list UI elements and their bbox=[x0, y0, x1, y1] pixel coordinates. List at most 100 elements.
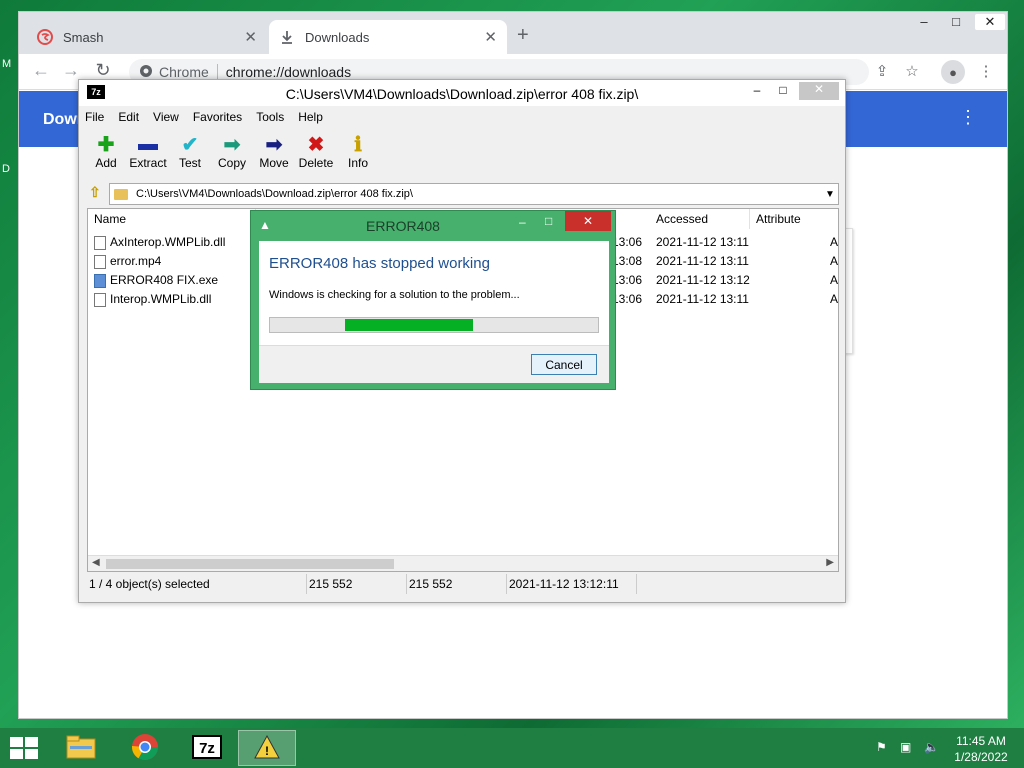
taskbar-7zip[interactable]: 7z bbox=[178, 730, 236, 766]
profile-avatar[interactable]: ● bbox=[941, 60, 965, 84]
file-modified-time: 13:06 bbox=[612, 235, 643, 249]
tab-downloads[interactable]: Downloads ✕ bbox=[269, 20, 507, 54]
dialog-title: ERROR408 bbox=[366, 218, 440, 234]
close-tab-icon[interactable]: ✕ bbox=[244, 28, 257, 46]
clock-date: 1/28/2022 bbox=[954, 750, 1008, 764]
download-icon bbox=[279, 29, 295, 45]
horizontal-scrollbar[interactable]: ◀ ▶ bbox=[88, 555, 838, 571]
close-button[interactable]: ✕ bbox=[565, 211, 611, 231]
dialog-message: Windows is checking for a solution to th… bbox=[269, 289, 520, 301]
downloads-menu-icon[interactable]: ⋮ bbox=[959, 107, 977, 128]
file-modified-time: 13:06 bbox=[612, 273, 643, 287]
maximize-button[interactable]: □ bbox=[545, 214, 552, 228]
file-name: AxInterop.WMPLib.dll bbox=[110, 235, 226, 249]
file-attribute: A bbox=[830, 235, 839, 249]
chrome-menu-icon[interactable]: ⋮ bbox=[975, 62, 997, 80]
maximize-button[interactable]: □ bbox=[769, 83, 797, 97]
status-bar: 1 / 4 object(s) selected 215 552 215 552… bbox=[87, 574, 839, 594]
windows-start-icon[interactable] bbox=[10, 737, 38, 759]
toolbar-label: Test bbox=[178, 156, 201, 170]
system-clock[interactable]: 11:45 AM 1/28/2022 bbox=[946, 733, 1016, 765]
sevenzip-logo-icon: 7z bbox=[192, 734, 222, 762]
folder-icon bbox=[114, 188, 128, 200]
scroll-right-icon[interactable]: ▶ bbox=[826, 557, 834, 568]
menu-edit[interactable]: Edit bbox=[118, 110, 139, 124]
menu-file[interactable]: File bbox=[85, 110, 104, 124]
status-packed: 215 552 bbox=[407, 574, 507, 594]
file-name-cell: AxInterop.WMPLib.dll bbox=[94, 233, 225, 252]
taskbar-chrome[interactable] bbox=[116, 730, 174, 766]
toolbar-label: Info bbox=[347, 156, 368, 170]
close-button[interactable]: ✕ bbox=[975, 14, 1005, 30]
file-attribute: A bbox=[830, 254, 839, 268]
share-icon[interactable]: ⇪ bbox=[871, 62, 893, 80]
up-folder-icon[interactable]: ⇧ bbox=[89, 184, 109, 204]
maximize-button[interactable]: □ bbox=[941, 14, 971, 29]
tab-smash[interactable]: Smash ✕ bbox=[27, 20, 267, 54]
toolbar-extract-button[interactable]: ▬ Extract bbox=[127, 132, 169, 180]
menu-help[interactable]: Help bbox=[298, 110, 323, 124]
close-button[interactable]: ✕ bbox=[799, 82, 839, 100]
chrome-logo-icon bbox=[139, 64, 153, 81]
bookmark-star-icon[interactable]: ☆ bbox=[901, 62, 923, 80]
toolbar-delete-button[interactable]: ✖ Delete bbox=[295, 132, 337, 180]
toolbar-add-button[interactable]: ✚ Add bbox=[85, 132, 127, 180]
network-icon[interactable]: ▣ bbox=[900, 740, 911, 754]
file-icon bbox=[94, 273, 106, 288]
address-chip: Chrome bbox=[159, 64, 209, 80]
minus-icon: ▬ bbox=[138, 132, 158, 155]
column-header-accessed[interactable]: Accessed bbox=[650, 209, 750, 229]
dialog-heading: ERROR408 has stopped working bbox=[269, 255, 490, 272]
dialog-footer: Cancel bbox=[259, 345, 609, 383]
minimize-button[interactable]: – bbox=[743, 83, 771, 97]
minimize-button[interactable]: – bbox=[909, 14, 939, 29]
new-tab-button[interactable]: + bbox=[517, 24, 529, 47]
sevenzip-title: C:\Users\VM4\Downloads\Download.zip\erro… bbox=[285, 86, 639, 102]
toolbar-test-button[interactable]: ✔ Test bbox=[169, 132, 211, 180]
sevenzip-title-bar: 7z C:\Users\VM4\Downloads\Download.zip\e… bbox=[79, 80, 845, 106]
path-field[interactable]: C:\Users\VM4\Downloads\Download.zip\erro… bbox=[109, 183, 839, 205]
info-icon: ℹ bbox=[354, 133, 362, 156]
file-name-cell: Interop.WMPLib.dll bbox=[94, 290, 211, 309]
file-name-cell: error.mp4 bbox=[94, 252, 161, 271]
menu-view[interactable]: View bbox=[153, 110, 179, 124]
plus-icon: ✚ bbox=[97, 133, 115, 156]
taskbar-error408[interactable]: ! bbox=[238, 730, 296, 766]
toolbar-move-button[interactable]: ➡ Move bbox=[253, 132, 295, 180]
person-icon: ● bbox=[949, 64, 957, 80]
menu-favorites[interactable]: Favorites bbox=[193, 110, 242, 124]
reload-icon[interactable]: ↻ bbox=[91, 60, 115, 81]
chrome-logo-icon bbox=[131, 733, 159, 764]
forward-arrow-icon[interactable]: → bbox=[59, 60, 83, 81]
dialog-title-bar: ▲ ERROR408 – □ ✕ bbox=[251, 211, 615, 239]
toolbar-label: Move bbox=[259, 156, 289, 170]
toolbar-label: Copy bbox=[217, 156, 246, 170]
toolbar-copy-button[interactable]: ➡ Copy bbox=[211, 132, 253, 180]
back-arrow-icon[interactable]: ← bbox=[29, 60, 53, 81]
scroll-left-icon[interactable]: ◀ bbox=[92, 557, 100, 568]
cancel-button[interactable]: Cancel bbox=[531, 354, 597, 375]
file-accessed: 2021-11-12 13:12 bbox=[656, 273, 750, 287]
file-accessed: 2021-11-12 13:11 bbox=[656, 254, 749, 268]
column-header-attributes[interactable]: Attribute bbox=[750, 209, 838, 229]
menu-tools[interactable]: Tools bbox=[256, 110, 284, 124]
close-tab-icon[interactable]: ✕ bbox=[484, 28, 497, 46]
file-name-cell: ERROR408 FIX.exe bbox=[94, 271, 218, 290]
taskbar-file-explorer[interactable] bbox=[52, 730, 110, 766]
clock-time: 11:45 AM bbox=[956, 734, 1006, 748]
file-accessed: 2021-11-12 13:11 bbox=[656, 292, 749, 306]
minimize-button[interactable]: – bbox=[519, 215, 526, 229]
column-header-name[interactable]: Name bbox=[88, 209, 256, 229]
chrome-tab-bar: Smash ✕ Downloads ✕ + – □ ✕ bbox=[19, 12, 1007, 54]
path-bar: ⇧ C:\Users\VM4\Downloads\Download.zip\er… bbox=[89, 183, 839, 205]
file-icon bbox=[94, 292, 106, 307]
status-date: 2021-11-12 13:12:11 bbox=[507, 574, 637, 594]
toolbar-info-button[interactable]: ℹ Info bbox=[337, 132, 379, 180]
volume-muted-icon[interactable]: 🔈 bbox=[924, 740, 939, 754]
folder-icon bbox=[66, 735, 96, 762]
file-modified-time: 13:08 bbox=[612, 254, 643, 268]
file-name: error.mp4 bbox=[110, 254, 162, 268]
scrollbar-thumb[interactable] bbox=[106, 559, 394, 569]
action-center-flag-icon[interactable]: ⚑ bbox=[876, 740, 887, 754]
chevron-down-icon[interactable]: ▼ bbox=[822, 189, 838, 200]
